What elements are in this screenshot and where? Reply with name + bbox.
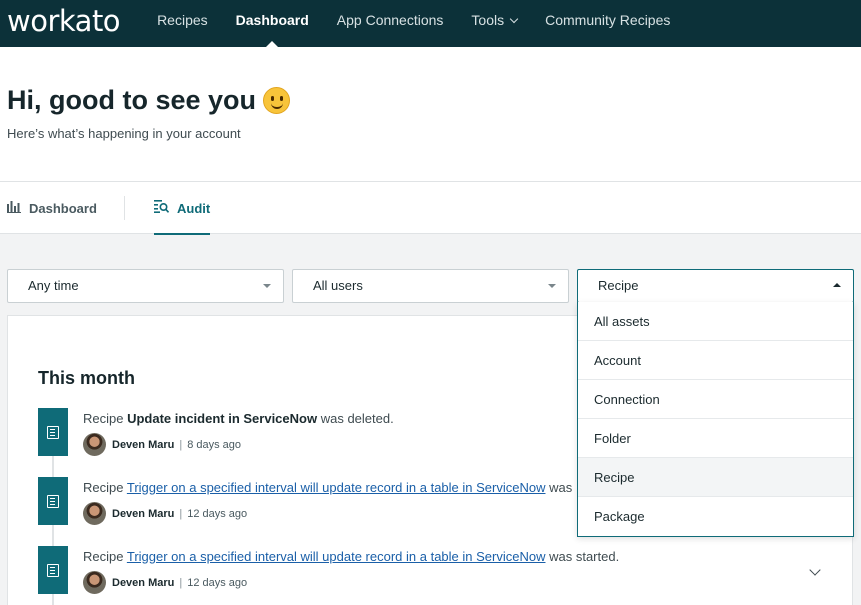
asset-option-recipe[interactable]: Recipe [578, 458, 853, 497]
avatar [83, 433, 106, 456]
entry-timestamp: 12 days ago [187, 576, 248, 589]
avatar [83, 502, 106, 525]
asset-filter-select[interactable]: Recipe [577, 269, 854, 303]
nav-item-label: Dashboard [235, 12, 309, 28]
workato-logo[interactable]: workato [7, 4, 121, 38]
entry-timestamp: 12 days ago [187, 507, 248, 520]
entry-meta: Deven Maru | 12 days ago [83, 571, 247, 594]
page-title: Hi, good to see you [7, 85, 291, 116]
recipe-document-icon [38, 408, 68, 456]
user-name[interactable]: Deven Maru [112, 439, 174, 451]
meta-separator: | [179, 507, 183, 520]
audit-entry-message: Recipe Update incident in ServiceNow was… [83, 411, 394, 426]
bar-chart-icon [7, 200, 21, 216]
nav-item-dashboard[interactable]: Dashboard [222, 0, 323, 47]
recipe-link[interactable]: Trigger on a specified interval will upd… [127, 549, 546, 564]
entry-prefix: Recipe [83, 549, 124, 564]
recipe-name: Update incident in ServiceNow [127, 411, 318, 426]
nav-item-app-connections[interactable]: App Connections [323, 0, 458, 47]
avatar [83, 571, 106, 594]
entry-timestamp: 8 days ago [187, 438, 242, 451]
entry-meta: Deven Maru | 12 days ago [83, 502, 247, 525]
time-filter-select[interactable]: Any time [7, 269, 284, 303]
tab-dashboard[interactable]: Dashboard [7, 182, 97, 234]
caret-down-icon [548, 284, 556, 288]
entry-suffix: was started. [549, 549, 620, 564]
user-name[interactable]: Deven Maru [112, 577, 174, 589]
entry-suffix: was [549, 480, 573, 495]
recipe-document-icon [38, 546, 68, 594]
dashboard-tabs: Dashboard Audit [0, 182, 861, 235]
asset-option-connection[interactable]: Connection [578, 380, 853, 419]
asset-option-package[interactable]: Package [578, 497, 853, 536]
users-filter-select[interactable]: All users [292, 269, 569, 303]
asset-filter-value: Recipe [598, 278, 639, 293]
entry-suffix: was deleted. [320, 411, 394, 426]
page-subtitle: Here’s what’s happening in your account [7, 126, 241, 141]
caret-down-icon [263, 284, 271, 288]
caret-up-icon [833, 283, 841, 287]
meta-separator: | [179, 576, 183, 589]
audit-entry-message: Recipe Trigger on a specified interval w… [83, 549, 619, 564]
greeting-text: Hi, good to see you [7, 85, 257, 115]
meta-separator: | [179, 438, 183, 451]
period-heading: This month [38, 368, 135, 388]
time-filter-value: Any time [28, 278, 79, 293]
nav-item-tools[interactable]: Tools [457, 0, 531, 47]
tab-audit[interactable]: Audit [154, 182, 211, 235]
nav-item-community-recipes[interactable]: Community Recipes [531, 0, 684, 47]
nav-item-label: Tools [471, 12, 505, 28]
nav-item-recipes[interactable]: Recipes [143, 0, 222, 47]
recipe-document-icon [38, 477, 68, 525]
asset-option-folder[interactable]: Folder [578, 419, 853, 458]
audit-list-icon [154, 200, 170, 216]
tab-label: Audit [177, 200, 211, 216]
tab-label: Dashboard [29, 200, 97, 216]
nav-item-label: App Connections [336, 12, 444, 28]
asset-option-account[interactable]: Account [578, 341, 853, 380]
nav-item-label: Recipes [157, 12, 208, 28]
recipe-link[interactable]: Trigger on a specified interval will upd… [127, 480, 546, 495]
asset-option-all-assets[interactable]: All assets [578, 302, 853, 341]
tab-divider [124, 196, 125, 220]
top-nav: workato Recipes Dashboard App Connection… [0, 0, 861, 47]
chevron-down-icon [509, 14, 519, 24]
entry-prefix: Recipe [83, 411, 124, 426]
user-name[interactable]: Deven Maru [112, 508, 174, 520]
entry-prefix: Recipe [83, 480, 124, 495]
asset-dropdown-menu: All assets Account Connection Folder Rec… [577, 302, 854, 537]
users-filter-value: All users [313, 278, 363, 293]
nav-menu: Recipes Dashboard App Connections Tools … [143, 0, 684, 47]
nav-item-label: Community Recipes [545, 12, 671, 28]
page-header: Hi, good to see you Here’s what’s happen… [0, 47, 861, 182]
entry-meta: Deven Maru | 8 days ago [83, 433, 241, 456]
audit-entry-message: Recipe Trigger on a specified interval w… [83, 480, 572, 495]
smile-emoji-icon [263, 87, 291, 114]
